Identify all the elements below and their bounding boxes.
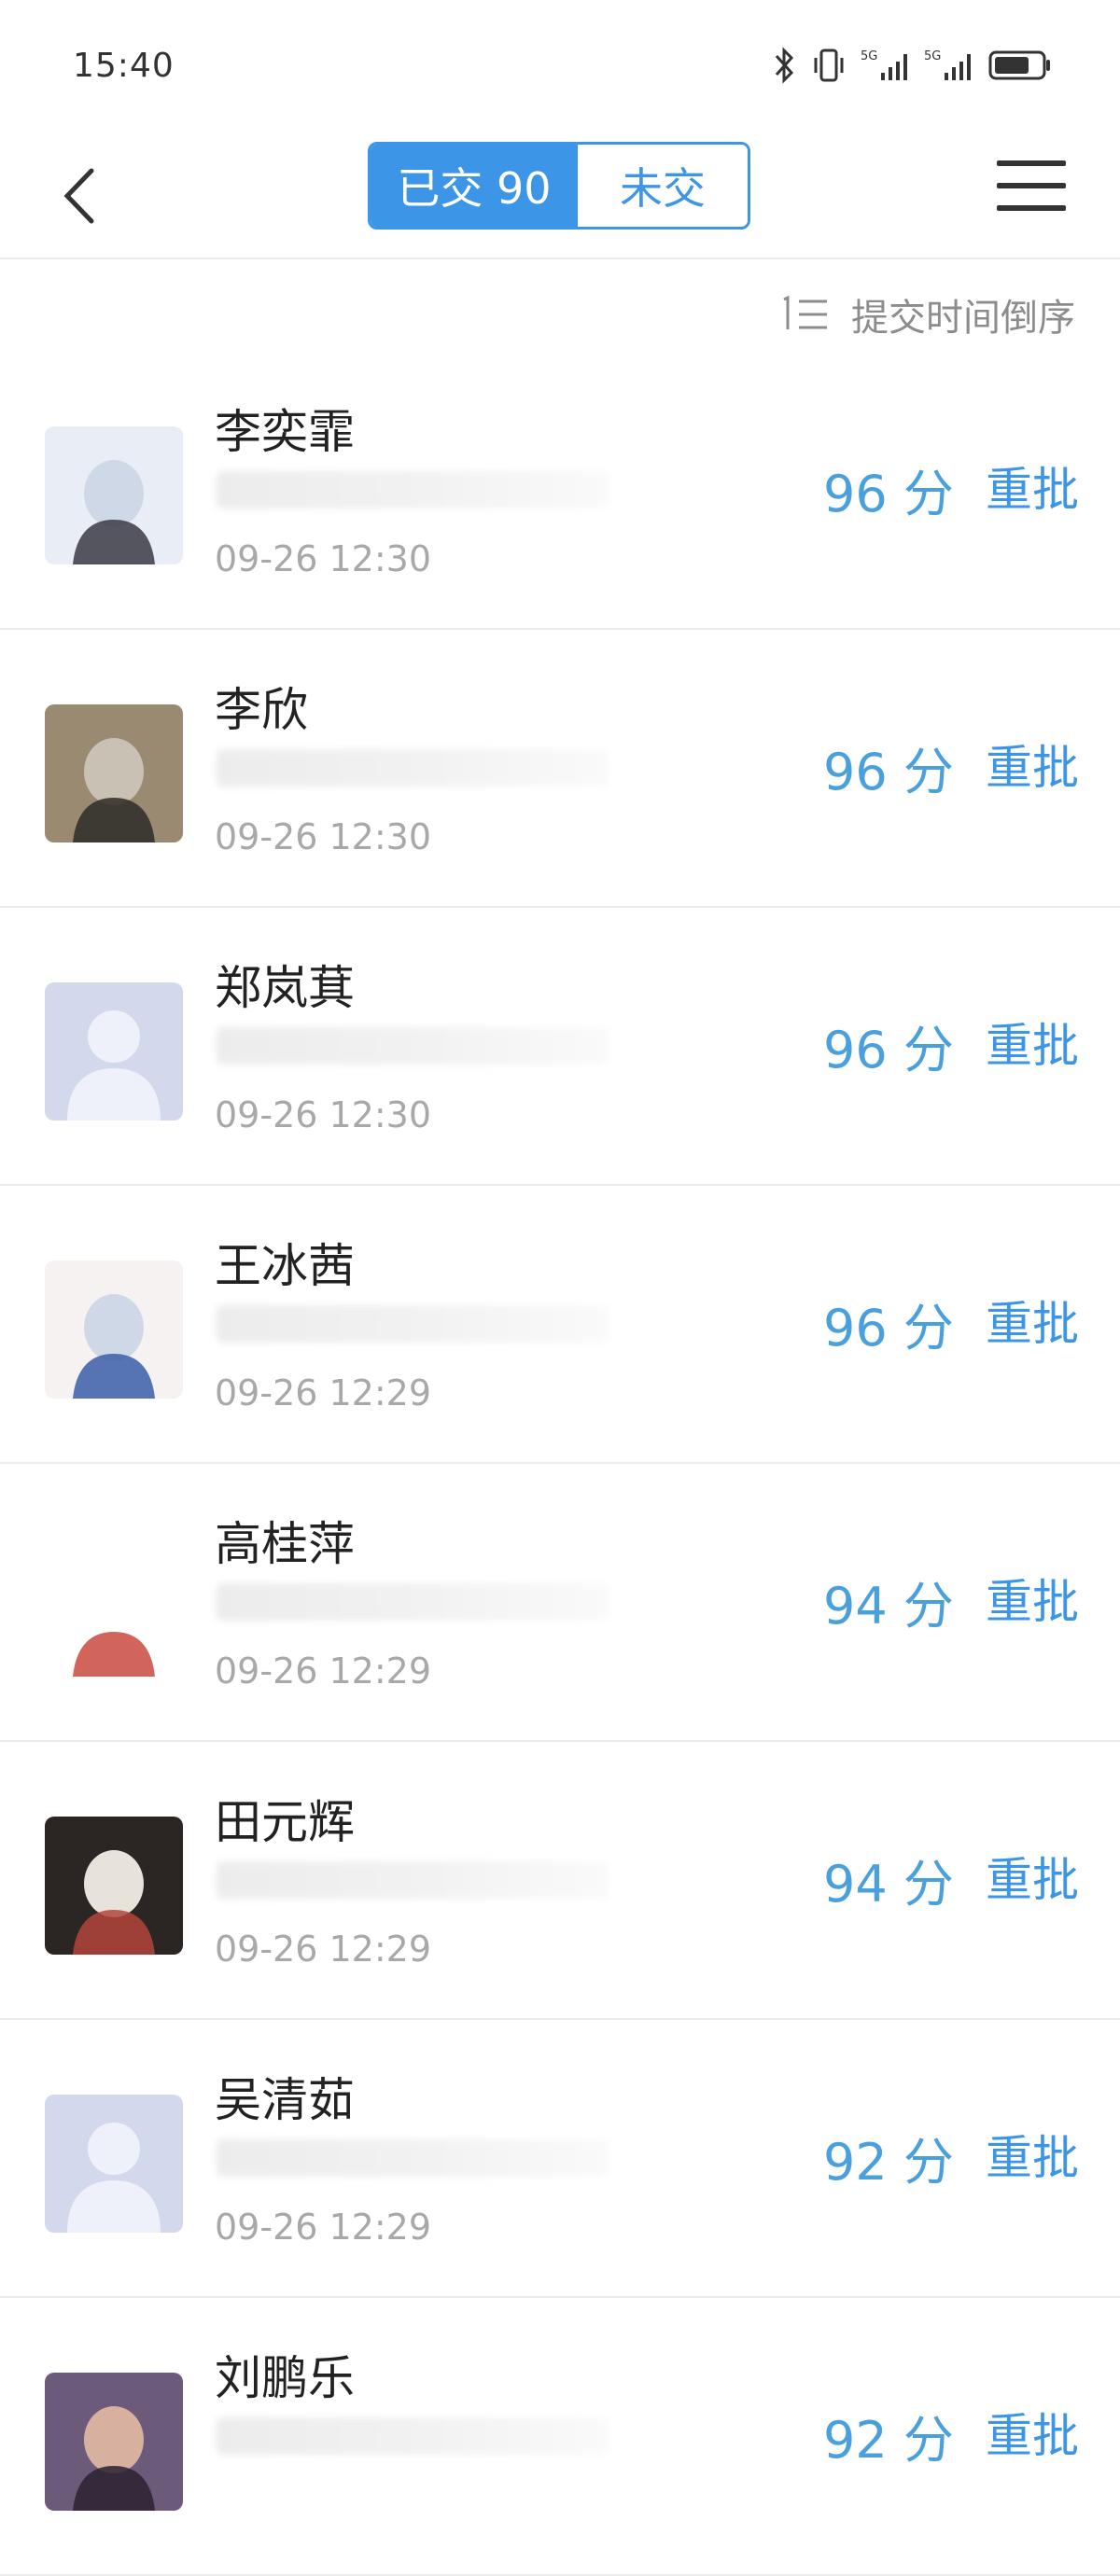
avatar	[45, 1817, 183, 1955]
regrade-button[interactable]: 重批	[986, 1009, 1079, 1076]
redacted-text	[217, 749, 609, 787]
student-name: 李奕霏	[215, 405, 355, 459]
student-row[interactable]: 李奕霏 09-26 12:30 96 分重批	[0, 352, 1120, 630]
score-value: 96 分	[823, 1021, 954, 1079]
avatar	[45, 1260, 183, 1399]
student-name: 王冰茜	[215, 1239, 355, 1293]
avatar	[45, 1539, 183, 1677]
avatar	[45, 982, 183, 1121]
avatar	[45, 426, 183, 564]
user-photo-avatar	[45, 1260, 183, 1399]
svg-text:5G: 5G	[861, 49, 877, 63]
regrade-button[interactable]: 重批	[986, 1565, 1079, 1632]
student-row[interactable]: 李欣 09-26 12:30 96 分重批	[0, 630, 1120, 908]
student-row[interactable]: 吴清茹 09-26 12:29 92 分重批	[0, 2020, 1120, 2298]
user-photo-avatar	[45, 2373, 183, 2511]
avatar	[45, 2095, 183, 2233]
score-value: 96 分	[823, 743, 954, 801]
menu-button[interactable]	[989, 149, 1073, 222]
redacted-text	[217, 1027, 609, 1065]
student-row[interactable]: 郑岚萁 09-26 12:30 96 分重批	[0, 908, 1120, 1186]
student-name: 李欣	[215, 683, 308, 737]
submit-time: 09-26 12:29	[215, 1372, 432, 1413]
score-value: 94 分	[823, 1855, 954, 1914]
submit-time: 09-26 12:30	[215, 538, 432, 579]
menu-icon-line	[997, 205, 1066, 211]
student-name: 田元辉	[215, 1795, 355, 1849]
student-name: 郑岚萁	[215, 961, 355, 1015]
submission-segmented-control: 已交 90 未交	[368, 142, 750, 230]
sort-order-icon	[783, 295, 827, 329]
vibrate-icon	[814, 49, 844, 82]
avatar	[45, 704, 183, 842]
redacted-text	[217, 471, 609, 508]
submit-time: 09-26 12:30	[215, 1094, 432, 1135]
menu-icon-line	[997, 160, 1066, 166]
svg-text:5G: 5G	[924, 49, 941, 63]
regrade-button[interactable]: 重批	[986, 731, 1079, 798]
score-value: 92 分	[823, 2411, 954, 2470]
nav-bar: 已交 90 未交	[0, 131, 1120, 259]
student-name: 吴清茹	[215, 2073, 355, 2127]
avatar	[45, 2373, 183, 2511]
signal-5g-icon-1: 5G	[861, 49, 907, 80]
sort-toggle[interactable]: 提交时间倒序	[778, 287, 1075, 341]
regrade-button[interactable]: 重批	[986, 2121, 1079, 2188]
student-row[interactable]: 田元辉 09-26 12:29 94 分重批	[0, 1742, 1120, 2020]
user-photo-avatar	[45, 704, 183, 842]
redacted-text	[217, 2139, 609, 2177]
battery-icon	[988, 50, 1050, 80]
score-value: 96 分	[823, 465, 954, 523]
redacted-text	[217, 1305, 609, 1343]
tab-submitted[interactable]: 已交 90	[371, 145, 578, 227]
redacted-text	[217, 2417, 609, 2455]
status-time: 15:40	[73, 47, 175, 85]
bluetooth-icon	[775, 47, 794, 84]
redacted-text	[217, 1583, 609, 1621]
submit-time: 09-26 12:29	[215, 1650, 432, 1692]
chevron-left-icon	[63, 168, 94, 224]
student-row[interactable]: 刘鹏乐 92 分重批	[0, 2298, 1120, 2576]
student-row[interactable]: 王冰茜 09-26 12:29 96 分重批	[0, 1186, 1120, 1464]
student-name: 刘鹏乐	[215, 2351, 355, 2405]
status-icons: 5G 5G	[773, 45, 1053, 86]
tab-unsubmitted[interactable]: 未交	[578, 145, 748, 227]
score-value: 94 分	[823, 1577, 954, 1636]
user-photo-avatar	[45, 1817, 183, 1955]
user-photo-avatar	[45, 1539, 183, 1677]
regrade-button[interactable]: 重批	[986, 453, 1079, 520]
sort-bar: 提交时间倒序	[0, 261, 1120, 364]
score-value: 92 分	[823, 2133, 954, 2192]
default-avatar-icon	[45, 2095, 183, 2233]
default-avatar-icon	[45, 982, 183, 1121]
student-list: 李奕霏 09-26 12:30 96 分重批 李欣 09-26 12:30 96 分重批郑…	[0, 352, 1120, 2576]
regrade-button[interactable]: 重批	[986, 1843, 1079, 1910]
back-button[interactable]	[37, 154, 121, 238]
status-bar: 15:40 5G 5G	[0, 0, 1120, 131]
score-value: 96 分	[823, 1299, 954, 1358]
menu-icon-line	[997, 183, 1066, 188]
user-photo-avatar	[45, 426, 183, 564]
signal-5g-icon-2: 5G	[924, 49, 971, 80]
student-row[interactable]: 高桂萍 09-26 12:29 94 分重批	[0, 1464, 1120, 1742]
regrade-button[interactable]: 重批	[986, 2399, 1079, 2466]
sort-label: 提交时间倒序	[851, 297, 1075, 340]
submit-time: 09-26 12:30	[215, 816, 432, 857]
regrade-button[interactable]: 重批	[986, 1287, 1079, 1354]
submit-time: 09-26 12:29	[215, 2207, 432, 2248]
submit-time: 09-26 12:29	[215, 1929, 432, 1970]
student-name: 高桂萍	[215, 1517, 355, 1571]
redacted-text	[217, 1861, 609, 1899]
